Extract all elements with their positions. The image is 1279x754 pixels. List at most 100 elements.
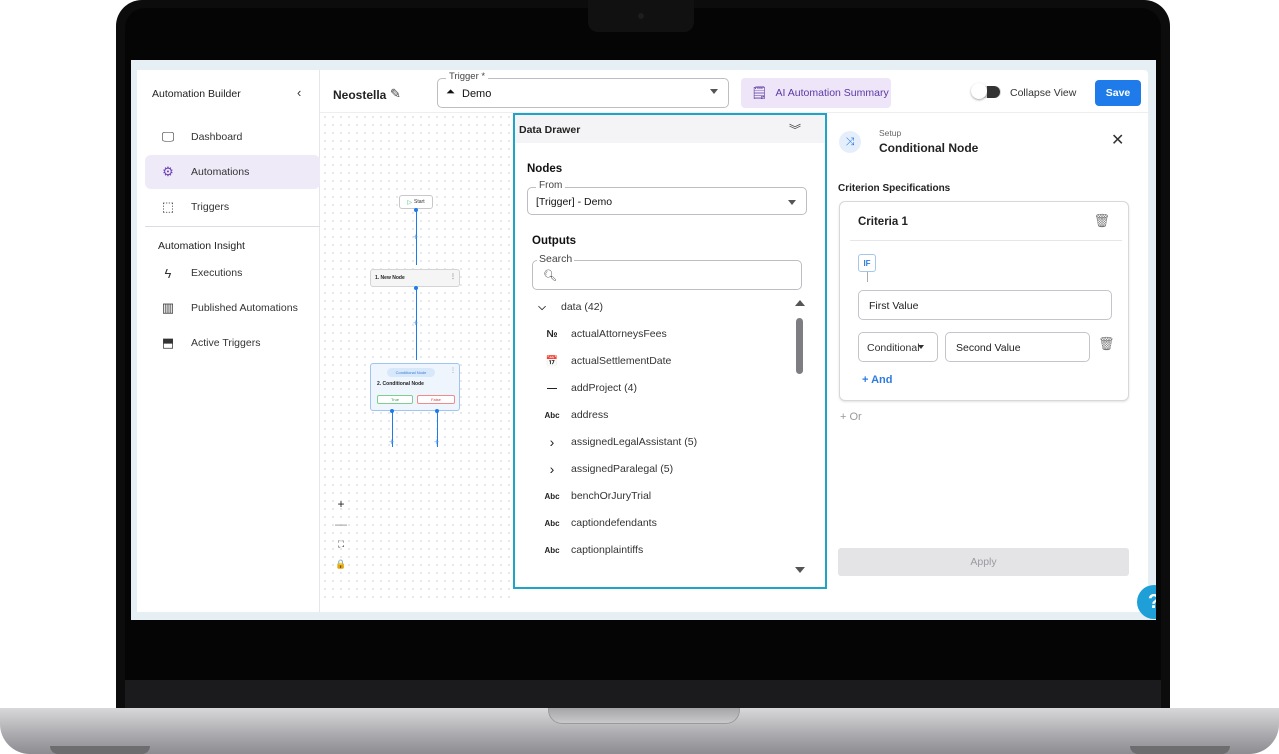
from-value: [Trigger] - Demo — [536, 196, 613, 208]
app-window: Automation Builder ‹ 🖵 Dashboard ⚙ Autom… — [137, 70, 1156, 619]
sidebar: Automation Builder ‹ 🖵 Dashboard ⚙ Autom… — [137, 70, 320, 612]
toggle-knob-mark — [987, 86, 1000, 98]
search-input[interactable]: Search 🔍︎ — [532, 253, 802, 290]
list-item[interactable]: › assignedParalegal (5) — [541, 459, 674, 479]
scroll-down-arrow[interactable] — [795, 567, 805, 573]
camera-icon — [638, 13, 644, 19]
criteria-divider — [850, 240, 1122, 241]
zoom-in-button[interactable]: + — [333, 494, 349, 514]
library-icon: ▥ — [161, 300, 175, 315]
kebab-icon[interactable]: ⋮ — [450, 273, 456, 280]
screen: Automation Builder ‹ 🖵 Dashboard ⚙ Autom… — [131, 60, 1156, 620]
fit-view-button[interactable]: ⛶ — [333, 534, 349, 554]
search-icon: 🔍︎ — [543, 270, 557, 282]
sidebar-item-executions[interactable]: ϟ Executions — [145, 256, 320, 290]
list-item-label: address — [571, 409, 609, 421]
play-icon: ▷ — [407, 199, 413, 206]
list-item[interactable]: ⌵ data (42) — [531, 297, 603, 317]
sidebar-item-triggers[interactable]: ⬚ Triggers — [145, 190, 320, 224]
true-branch[interactable]: True — [377, 395, 413, 404]
list-item-label: assignedLegalAssistant (5) — [571, 436, 698, 448]
list-item-label: actualAttorneysFees — [571, 328, 667, 340]
add-node-icon[interactable]: + — [434, 437, 439, 447]
text-type-icon: Abc — [544, 545, 560, 555]
drawer-header: Data Drawer ︾ — [515, 115, 825, 143]
list-item[interactable]: Abc address — [541, 405, 608, 425]
sidebar-section-title: Automation Insight — [158, 240, 245, 252]
list-item-label: captionplaintiffs — [571, 544, 644, 556]
conditional-node[interactable]: Conditional Node 2. Conditional Node Tru… — [370, 363, 460, 411]
trigger-type-icon: ⏶ — [446, 86, 455, 98]
dash-icon: — — [547, 382, 557, 394]
laptop-foot-left — [50, 746, 150, 754]
setup-panel: ⤨ Setup Conditional Node ✕ Criterion Spe… — [829, 113, 1148, 603]
add-node-icon[interactable]: + — [389, 437, 394, 447]
sidebar-item-label: Published Automations — [191, 302, 298, 314]
trash-icon[interactable]: 🗑︎ — [1098, 336, 1115, 352]
sidebar-item-label: Dashboard — [191, 131, 243, 143]
setup-label: Setup — [879, 128, 902, 138]
collapse-view-label: Collapse View — [1010, 87, 1077, 99]
first-value-field[interactable]: First Value — [858, 290, 1112, 320]
start-node-label: Start — [414, 199, 425, 205]
sidebar-item-automations[interactable]: ⚙ Automations — [145, 155, 320, 189]
sidebar-divider — [145, 226, 320, 227]
search-label: Search — [537, 253, 575, 265]
sidebar-item-dashboard[interactable]: 🖵 Dashboard — [145, 120, 320, 154]
add-or-button[interactable]: + Or — [840, 411, 862, 423]
list-item[interactable]: — addProject (4) — [541, 378, 637, 398]
chevron-left-icon[interactable]: ‹ — [297, 85, 301, 100]
automation-icon: ⚙ — [162, 164, 174, 179]
add-node-icon[interactable]: + — [413, 232, 418, 242]
trigger-label: Trigger * — [446, 71, 489, 82]
sidebar-item-label: Active Triggers — [191, 337, 261, 349]
from-select[interactable]: From [Trigger] - Demo — [527, 180, 807, 215]
new-node[interactable]: 1. New Node ⋮ — [370, 269, 460, 287]
lock-button[interactable]: 🔒 — [333, 554, 349, 574]
close-icon[interactable]: ✕ — [1111, 130, 1124, 150]
sidebar-title: Automation Builder — [152, 88, 241, 100]
sidebar-item-label: Executions — [191, 267, 243, 279]
scrollbar-thumb[interactable] — [796, 318, 803, 374]
list-item[interactable]: 📅 actualSettlementDate — [541, 351, 672, 371]
false-branch[interactable]: False — [417, 395, 455, 404]
chevron-down-icon — [788, 200, 796, 205]
list-item[interactable]: Abc captionplaintiffs — [541, 540, 643, 560]
second-value-field[interactable]: Second Value — [945, 332, 1090, 362]
number-icon: № — [546, 328, 558, 340]
text-type-icon: Abc — [544, 518, 560, 528]
chevron-right-icon: › — [549, 434, 555, 450]
active-trigger-icon: ⬒ — [161, 335, 175, 350]
trigger-value: Demo — [462, 88, 492, 100]
trigger-select[interactable]: Trigger * ⏶ Demo — [437, 71, 729, 108]
kebab-icon[interactable]: ⋮ — [450, 367, 456, 374]
save-button[interactable]: Save — [1095, 80, 1141, 106]
list-item[interactable]: › assignedLegalAssistant (5) — [541, 432, 697, 452]
list-item[interactable]: № actualAttorneysFees — [541, 324, 667, 344]
trigger-icon: ⬚ — [161, 199, 175, 214]
toggle-knob — [971, 83, 987, 99]
list-item[interactable]: Abc captiondefendants — [541, 513, 656, 533]
list-item-label: addProject (4) — [571, 382, 637, 394]
zoom-out-button[interactable]: — — [333, 514, 349, 534]
apply-button[interactable]: Apply — [838, 548, 1129, 576]
add-and-button[interactable]: + And — [862, 374, 892, 386]
criterion-specifications-title: Criterion Specifications — [838, 183, 951, 194]
automation-name: Neostella — [333, 88, 387, 102]
conditional-select[interactable]: Conditional — [858, 332, 938, 362]
scroll-up-arrow[interactable] — [795, 300, 805, 306]
start-node[interactable]: ▷ Start — [399, 195, 433, 209]
add-node-icon[interactable]: + — [413, 318, 418, 328]
outputs-title: Outputs — [532, 235, 577, 247]
text-type-icon: Abc — [544, 410, 560, 420]
from-label: From — [536, 180, 566, 191]
sidebar-item-active-triggers[interactable]: ⬒ Active Triggers — [145, 326, 320, 360]
data-drawer: Data Drawer ︾ Nodes From [Trigger] - Dem… — [513, 113, 827, 589]
sidebar-item-published-automations[interactable]: ▥ Published Automations — [145, 291, 320, 325]
edit-name-icon[interactable]: ✎ — [390, 86, 401, 102]
node-label: 1. New Node — [375, 275, 405, 281]
list-item[interactable]: Abc benchOrJuryTrial — [541, 486, 651, 506]
trash-icon[interactable]: 🗑︎ — [1093, 213, 1110, 229]
double-chevron-down-icon[interactable]: ︾ — [789, 121, 801, 138]
ai-automation-summary-button[interactable]: 🗒 AI Automation Summary — [741, 78, 891, 108]
